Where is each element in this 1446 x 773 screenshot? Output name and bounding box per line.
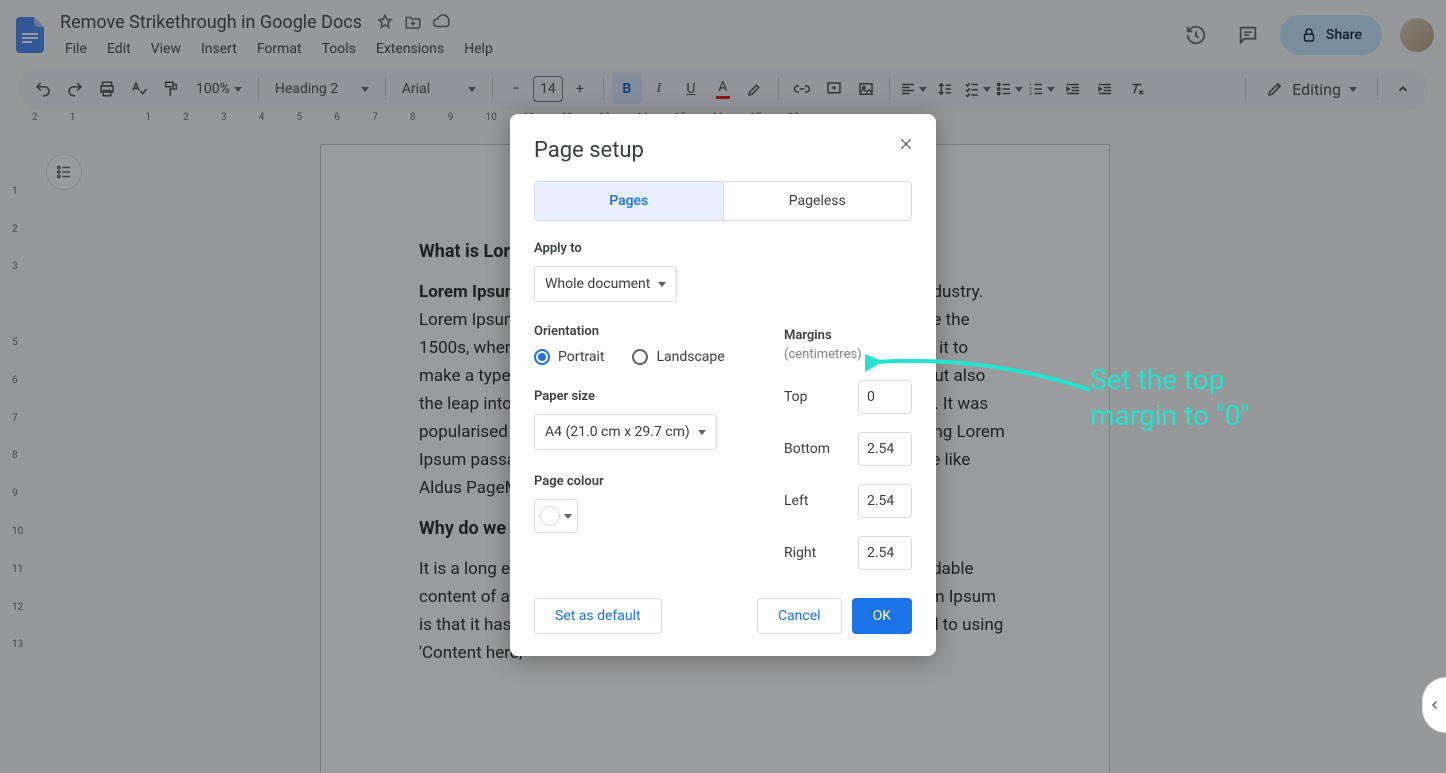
dialog-title: Page setup bbox=[534, 138, 912, 163]
margin-right-input[interactable] bbox=[858, 536, 912, 570]
margin-bottom-input[interactable] bbox=[858, 432, 912, 466]
margins-label: Margins bbox=[784, 328, 832, 343]
paper-size-dropdown[interactable]: A4 (21.0 cm x 29.7 cm) bbox=[534, 414, 717, 450]
page-setup-dialog: Page setup Pages Pageless Apply to Whole… bbox=[510, 114, 936, 656]
apply-to-dropdown[interactable]: Whole document bbox=[534, 266, 677, 302]
margin-left-input[interactable] bbox=[858, 484, 912, 518]
tab-pages[interactable]: Pages bbox=[535, 182, 723, 220]
ok-button[interactable]: OK bbox=[852, 598, 912, 634]
tab-pageless[interactable]: Pageless bbox=[723, 182, 912, 220]
paper-size-value: A4 (21.0 cm x 29.7 cm) bbox=[545, 424, 690, 440]
margins-unit: (centimetres) bbox=[784, 347, 862, 362]
close-icon bbox=[898, 136, 914, 152]
chevron-left-icon bbox=[1429, 699, 1441, 711]
orientation-landscape-radio[interactable]: Landscape bbox=[632, 349, 724, 365]
dialog-tabs: Pages Pageless bbox=[534, 181, 912, 221]
page-colour-dropdown[interactable] bbox=[534, 499, 578, 533]
apply-to-label: Apply to bbox=[534, 241, 912, 256]
radio-icon bbox=[632, 349, 648, 365]
margin-top-input[interactable] bbox=[858, 380, 912, 414]
radio-icon bbox=[534, 349, 550, 365]
caret-icon bbox=[564, 514, 572, 519]
cancel-button[interactable]: Cancel bbox=[757, 598, 842, 634]
apply-to-value: Whole document bbox=[545, 276, 650, 292]
close-button[interactable] bbox=[894, 132, 918, 156]
orientation-label: Orientation bbox=[534, 324, 734, 339]
colour-swatch-icon bbox=[540, 506, 560, 526]
margin-left-label: Left bbox=[784, 493, 808, 509]
paper-size-label: Paper size bbox=[534, 389, 734, 404]
margin-right-label: Right bbox=[784, 545, 816, 561]
margin-bottom-label: Bottom bbox=[784, 441, 830, 457]
orientation-portrait-radio[interactable]: Portrait bbox=[534, 349, 604, 365]
portrait-label: Portrait bbox=[558, 349, 604, 365]
margin-top-label: Top bbox=[784, 389, 808, 405]
caret-icon bbox=[658, 282, 666, 287]
set-default-button[interactable]: Set as default bbox=[534, 598, 662, 634]
page-colour-label: Page colour bbox=[534, 474, 734, 489]
annotation-text: Set the top margin to "0" bbox=[1090, 362, 1249, 435]
landscape-label: Landscape bbox=[656, 349, 724, 365]
caret-icon bbox=[698, 430, 706, 435]
